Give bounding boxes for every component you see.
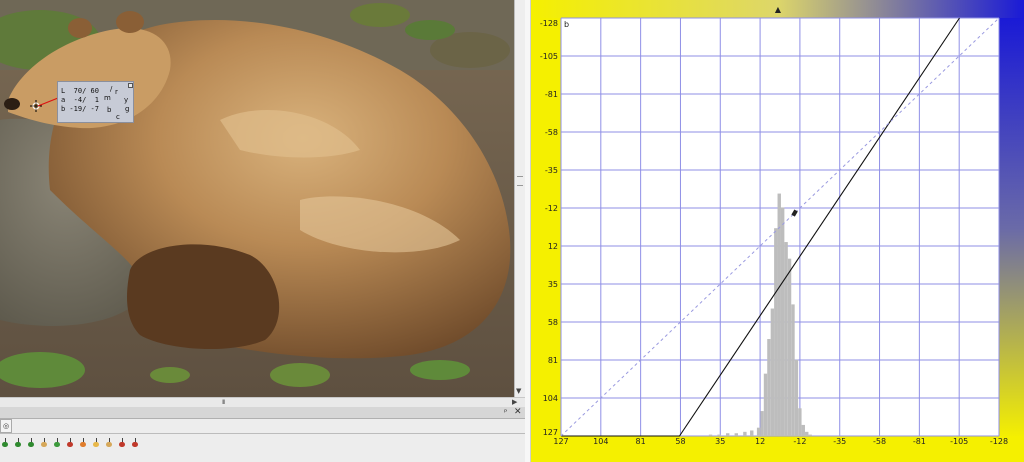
histogram-bar xyxy=(784,242,788,436)
histogram-bar xyxy=(787,258,792,436)
y-tick-label: 127 xyxy=(543,428,558,437)
histogram-bar xyxy=(801,424,805,436)
readout-b-values: b -19/ -7 xyxy=(61,105,99,113)
scroll-down-arrow-icon[interactable]: ▼ xyxy=(516,388,521,395)
y-tick-label: -81 xyxy=(545,90,558,99)
histogram-bar xyxy=(794,359,799,436)
pin-icon[interactable]: ᴾ xyxy=(504,407,507,418)
swatch-marker-icon[interactable] xyxy=(67,438,73,447)
readout-wheel-g: g xyxy=(125,105,130,113)
x-tick-label: -105 xyxy=(950,437,968,446)
y-tick-label: -35 xyxy=(545,166,558,175)
readout-wheel-r: r xyxy=(115,88,118,96)
histogram-bar xyxy=(726,433,730,436)
y-tick-label: 104 xyxy=(543,394,558,403)
y-tick-label: 35 xyxy=(548,280,558,289)
x-tick-label: -58 xyxy=(873,437,886,446)
histogram-bar xyxy=(734,433,738,436)
histogram-bar xyxy=(798,408,802,436)
x-tick-label: -35 xyxy=(833,437,846,446)
swatch-marker-icon[interactable] xyxy=(2,438,8,447)
x-tick-label: -128 xyxy=(990,437,1008,446)
readout-wheel-top: / xyxy=(110,85,113,93)
panel-divider xyxy=(0,433,525,434)
swatch-marker-icon[interactable] xyxy=(28,438,34,447)
histogram-bar xyxy=(791,304,795,436)
image-canvas[interactable]: L 70/ 60 a -4/ 1 b -19/ -7 r m y b g c / xyxy=(0,0,514,397)
readout-l-values: L 70/ 60 xyxy=(61,87,99,95)
readout-wheel-y: y xyxy=(124,96,129,104)
x-tick-label: 127 xyxy=(553,437,568,446)
readout-a-values: a -4/ 1 xyxy=(61,96,99,104)
vertical-scrollbar[interactable]: ▼ xyxy=(514,0,525,397)
swatch-marker-icon[interactable] xyxy=(132,438,138,447)
x-tick-label: 104 xyxy=(593,437,608,446)
readout-menu-icon[interactable] xyxy=(128,83,133,88)
histogram-bar xyxy=(767,339,771,436)
x-tick-label: 35 xyxy=(715,437,725,446)
close-panel-button[interactable]: ✕ xyxy=(514,407,522,418)
bottom-panel: ᴾ ✕ ◎ xyxy=(0,407,525,462)
vertical-scroll-grip[interactable] xyxy=(517,176,523,186)
y-tick-label: -128 xyxy=(540,19,558,28)
histogram-bar xyxy=(717,434,721,436)
curves-panel: -128 -105 -81 -58 -35 -12 12 35 58 81 104 127 127 104… xyxy=(531,0,1024,462)
swatch-marker-icon[interactable] xyxy=(93,438,99,447)
swatch-marker-icon[interactable] xyxy=(54,438,60,447)
color-readout-panel: L 70/ 60 a -4/ 1 b -19/ -7 r m y b g c / xyxy=(57,81,134,123)
panel-tab[interactable]: ◎ xyxy=(0,419,12,433)
swatch-marker-icon[interactable] xyxy=(80,438,86,447)
horizontal-scrollbar[interactable]: III ▶ xyxy=(0,397,525,407)
x-tick-label: -81 xyxy=(913,437,926,446)
histogram-bar xyxy=(743,431,747,436)
histogram-bar xyxy=(808,434,812,436)
y-tick-label: 81 xyxy=(548,356,558,365)
y-tick-label: 58 xyxy=(548,318,558,327)
scroll-right-arrow-icon[interactable]: ▶ xyxy=(512,398,517,406)
histogram-bar xyxy=(774,228,778,436)
y-tick-label: -12 xyxy=(545,204,558,213)
y-tick-label: 12 xyxy=(548,242,558,251)
swatch-marker-icon[interactable] xyxy=(15,438,21,447)
histogram-bar xyxy=(770,308,775,436)
swatch-marker-icon[interactable] xyxy=(106,438,112,447)
x-tick-label: 12 xyxy=(755,437,765,446)
y-tick-label: -58 xyxy=(545,128,558,137)
histogram-bar xyxy=(777,193,781,436)
readout-wheel-b: b xyxy=(107,106,112,114)
horizontal-scroll-grip[interactable]: III xyxy=(222,399,225,406)
histogram-bar xyxy=(708,434,713,436)
histogram-bar xyxy=(756,427,761,436)
channel-label: b xyxy=(564,20,569,29)
bear-photo xyxy=(0,0,514,397)
right-gradient-bar xyxy=(999,18,1024,438)
left-tick-band xyxy=(531,18,561,438)
bottom-panel-titlebar: ᴾ ✕ xyxy=(0,407,525,419)
histogram-bar xyxy=(780,207,785,436)
top-marker-icon[interactable]: ▲ xyxy=(775,5,782,14)
histogram-bar xyxy=(760,411,764,436)
swatch-marker-icon[interactable] xyxy=(41,438,47,447)
y-tick-label: -105 xyxy=(540,52,558,61)
readout-wheel-m: m xyxy=(104,94,111,102)
x-tick-label: -12 xyxy=(793,437,806,446)
x-tick-label: 81 xyxy=(636,437,646,446)
histogram-bar xyxy=(805,431,809,436)
curve-graph[interactable]: -128 -105 -81 -58 -35 -12 12 35 58 81 104 127127 104… xyxy=(531,0,1024,462)
swatch-marker-icon[interactable] xyxy=(119,438,125,447)
readout-wheel-c: c xyxy=(116,113,120,121)
x-tick-label: 58 xyxy=(675,437,685,446)
histogram-bar xyxy=(763,373,768,436)
application-window: L 70/ 60 a -4/ 1 b -19/ -7 r m y b g c /… xyxy=(0,0,1024,462)
histogram-bar xyxy=(750,430,754,436)
